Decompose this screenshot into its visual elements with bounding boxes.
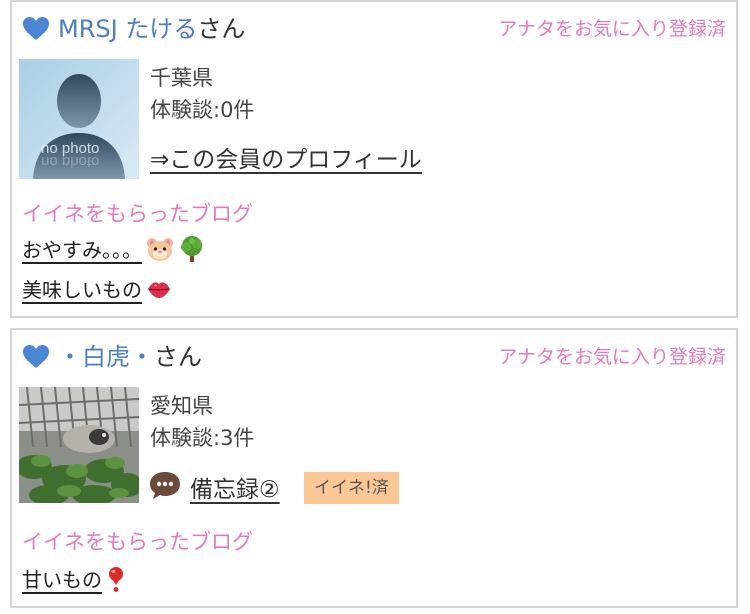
deciduous-tree-icon xyxy=(181,235,202,262)
story-count: 体験談:3件 xyxy=(150,426,255,450)
blog-link[interactable]: 美味しいもの xyxy=(22,274,172,303)
liked-blogs-title: イイネをもらったブログ xyxy=(22,530,253,554)
card-header: ・白虎・さん アナタをお気に入り登録済 xyxy=(22,340,726,374)
latest-diary-link[interactable]: 備忘録② xyxy=(190,470,280,504)
blog-link[interactable]: 甘いもの xyxy=(22,564,126,593)
heart-icon xyxy=(23,345,49,368)
member-card: ・白虎・さん アナタをお気に入り登録済 愛知県 体験談:3件 備忘録② イイネ!… xyxy=(10,328,738,608)
favorite-status: アナタをお気に入り登録済 xyxy=(498,18,726,40)
honorific: さん xyxy=(154,343,202,371)
member-name-line: ・白虎・さん xyxy=(58,340,202,374)
blog-title: おやすみ。。。 xyxy=(22,238,142,262)
profile-link[interactable]: ⇒この会員のプロフィール xyxy=(150,140,422,174)
story-count: 体験談:0件 xyxy=(150,98,255,122)
heart-icon xyxy=(23,17,49,40)
member-info: 愛知県 体験談:3件 xyxy=(150,390,254,454)
member-card: MRSJ たけるさん アナタをお気に入り登録済 no photo no phot… xyxy=(10,0,738,318)
member-info: 千葉県 体験談:0件 xyxy=(150,62,254,126)
liked-blogs-title: イイネをもらったブログ xyxy=(22,202,253,226)
hamster-face-icon xyxy=(147,237,173,261)
blog-link[interactable]: おやすみ。。。 xyxy=(22,234,206,263)
member-name-line: MRSJ たけるさん xyxy=(58,12,245,46)
blog-title: 甘いもの xyxy=(22,568,102,592)
speech-bubble-icon xyxy=(150,472,180,499)
card-header: MRSJ たけるさん アナタをお気に入り登録済 xyxy=(22,12,726,46)
like-status-badge: イイネ!済 xyxy=(304,472,399,504)
no-photo-avatar[interactable]: no photo no photo xyxy=(19,59,139,179)
blog-title: 美味しいもの xyxy=(22,278,142,302)
member-name-link[interactable]: ・白虎・ xyxy=(58,343,154,371)
prefecture: 愛知県 xyxy=(150,394,213,418)
honorific: さん xyxy=(197,15,246,43)
svg-text:no photo: no photo xyxy=(41,153,99,170)
member-photo[interactable] xyxy=(19,387,139,507)
member-name-link[interactable]: MRSJ たける xyxy=(58,15,197,43)
favorite-status: アナタをお気に入り登録済 xyxy=(498,346,726,368)
red-exclamation-icon xyxy=(109,566,123,592)
lips-icon xyxy=(148,281,170,298)
prefecture: 千葉県 xyxy=(150,66,213,90)
